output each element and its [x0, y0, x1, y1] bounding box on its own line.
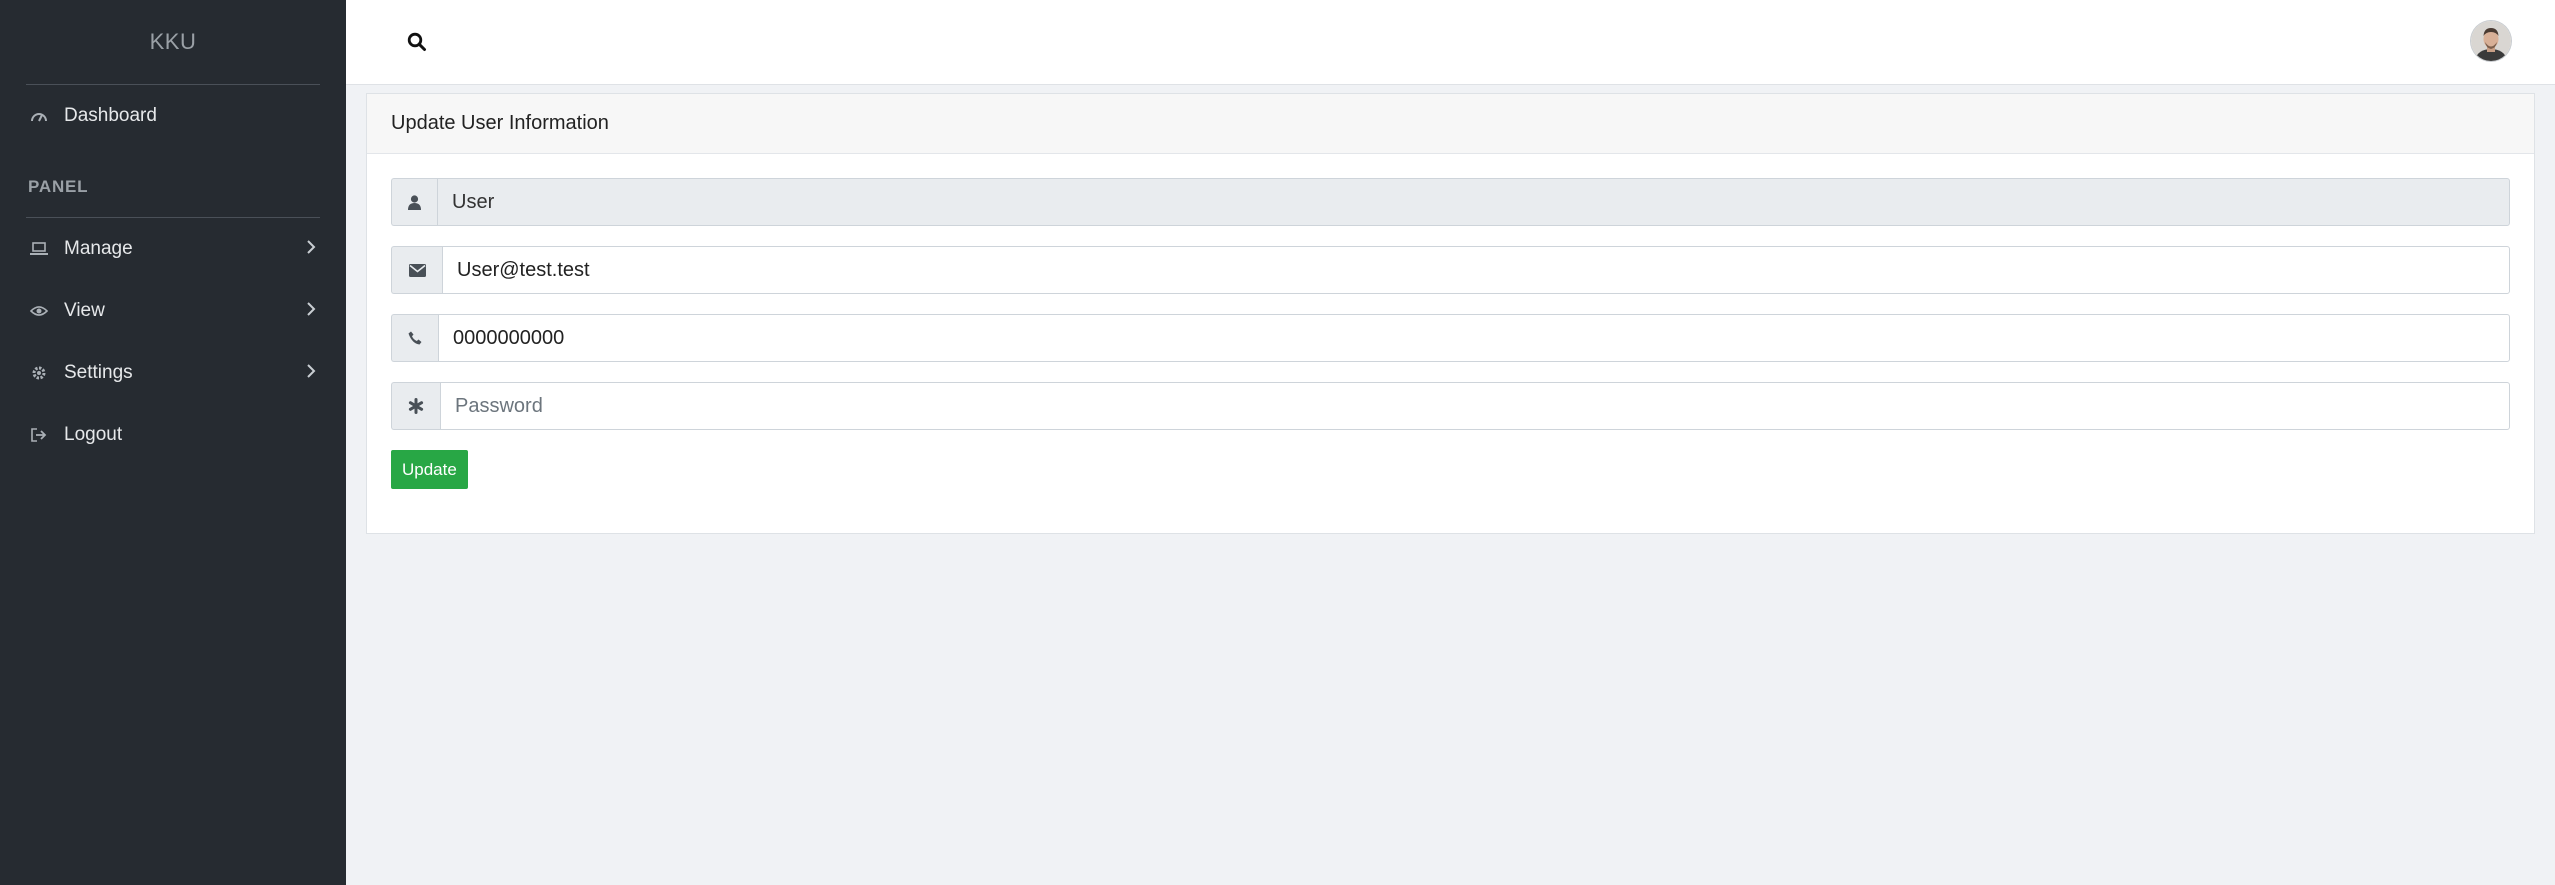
password-field[interactable] — [440, 382, 2510, 430]
chevron-right-icon — [307, 362, 316, 384]
sidebar-item-logout[interactable]: Logout — [0, 404, 346, 466]
card-title: Update User Information — [367, 94, 2534, 154]
envelope-icon — [391, 246, 442, 294]
update-user-form: Update — [367, 154, 2534, 513]
brand-logo[interactable]: KKU — [0, 0, 346, 84]
sidebar-item-settings[interactable]: Settings — [0, 342, 346, 404]
eye-icon — [28, 300, 50, 322]
sign-out-icon — [28, 424, 50, 446]
user-icon — [391, 178, 437, 226]
phone-group — [391, 314, 2510, 362]
phone-icon — [391, 314, 438, 362]
sidebar-item-label: Settings — [64, 362, 133, 383]
phone-field[interactable] — [438, 314, 2510, 362]
sidebar-item-label: Manage — [64, 238, 133, 259]
section-label-panel: PANEL — [28, 177, 89, 196]
update-button[interactable]: Update — [391, 450, 468, 489]
sidebar: KKU Dashboard PANEL Manage View Settings… — [0, 0, 346, 885]
sidebar-item-label: Dashboard — [64, 105, 157, 126]
search-icon[interactable] — [404, 29, 430, 55]
asterisk-icon — [391, 382, 440, 430]
sidebar-item-label: View — [64, 300, 105, 321]
gear-icon — [28, 362, 50, 384]
sidebar-item-manage[interactable]: Manage — [0, 218, 346, 280]
username-group — [391, 178, 2510, 226]
email-field[interactable] — [442, 246, 2510, 294]
topbar — [346, 0, 2555, 85]
update-user-card: Update User Information User User@test.t… — [366, 93, 2535, 534]
sidebar-item-dashboard[interactable]: Dashboard — [0, 85, 346, 147]
email-group — [391, 246, 2510, 294]
sidebar-item-view[interactable]: View — [0, 280, 346, 342]
password-group — [391, 382, 2510, 430]
laptop-icon — [28, 238, 50, 260]
sidebar-item-label: Logout — [64, 424, 123, 445]
chevron-right-icon — [307, 238, 316, 260]
username-field[interactable] — [437, 178, 2510, 226]
avatar[interactable] — [2471, 21, 2511, 61]
dashboard-icon — [28, 105, 50, 127]
chevron-right-icon — [307, 300, 316, 322]
